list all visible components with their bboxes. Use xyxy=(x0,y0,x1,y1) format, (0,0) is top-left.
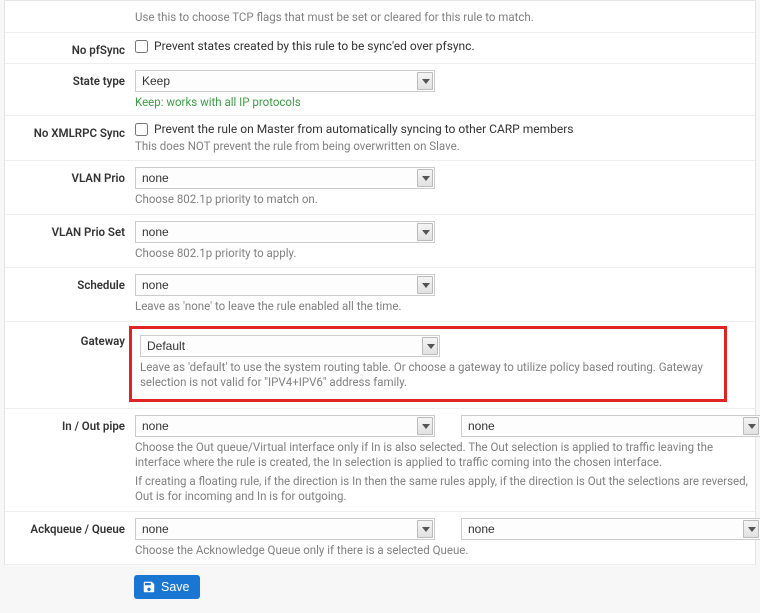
vlan-prio-set-select[interactable]: none xyxy=(135,221,435,243)
save-button[interactable]: Save xyxy=(134,575,200,599)
schedule-select[interactable]: none xyxy=(135,274,435,296)
ackqueue-a-select[interactable]: none xyxy=(135,518,435,540)
no-pfsync-checkbox-text: Prevent states created by this rule to b… xyxy=(154,39,475,53)
gateway-highlight: Default Leave as 'default' to use the sy… xyxy=(129,326,727,402)
save-icon xyxy=(142,580,156,594)
gateway-help: Leave as 'default' to use the system rou… xyxy=(140,360,716,391)
ackqueue-b-select[interactable]: none xyxy=(461,518,760,540)
gateway-select[interactable]: Default xyxy=(140,335,440,357)
vlan-prio-set-label: VLAN Prio Set xyxy=(5,221,135,262)
vlan-prio-select[interactable]: none xyxy=(135,167,435,189)
in-out-pipe-help-1: Choose the Out queue/Virtual interface o… xyxy=(135,440,760,471)
vlan-prio-help: Choose 802.1p priority to match on. xyxy=(135,192,741,208)
ackqueue-label: Ackqueue / Queue xyxy=(5,518,135,559)
state-type-help: Keep: works with all IP protocols xyxy=(135,95,741,109)
schedule-help: Leave as 'none' to leave the rule enable… xyxy=(135,299,741,315)
no-xmlrpc-checkbox-text: Prevent the rule on Master from automati… xyxy=(154,122,574,136)
save-button-label: Save xyxy=(161,580,190,594)
no-pfsync-label: No pfSync xyxy=(5,39,135,57)
no-xmlrpc-help: This does NOT prevent the rule from bein… xyxy=(135,139,741,155)
in-out-pipe-help-2: If creating a floating rule, if the dire… xyxy=(135,474,760,505)
vlan-prio-label: VLAN Prio xyxy=(5,167,135,208)
no-xmlrpc-checkbox-row[interactable]: Prevent the rule on Master from automati… xyxy=(135,122,741,136)
state-type-select[interactable]: Keep xyxy=(135,70,435,92)
no-xmlrpc-checkbox[interactable] xyxy=(135,123,148,136)
tcp-flags-help: Use this to choose TCP flags that must b… xyxy=(135,10,741,26)
no-pfsync-checkbox-row[interactable]: Prevent states created by this rule to b… xyxy=(135,39,741,53)
state-type-label: State type xyxy=(5,70,135,109)
in-out-pipe-label: In / Out pipe xyxy=(5,415,135,505)
schedule-label: Schedule xyxy=(5,274,135,315)
no-pfsync-checkbox[interactable] xyxy=(135,40,148,53)
out-pipe-select[interactable]: none xyxy=(461,415,760,437)
gateway-label: Gateway xyxy=(5,322,135,408)
vlan-prio-set-help: Choose 802.1p priority to apply. xyxy=(135,246,741,262)
in-pipe-select[interactable]: none xyxy=(135,415,435,437)
no-xmlrpc-label: No XMLRPC Sync xyxy=(5,122,135,155)
ackqueue-help: Choose the Acknowledge Queue only if the… xyxy=(135,543,760,559)
